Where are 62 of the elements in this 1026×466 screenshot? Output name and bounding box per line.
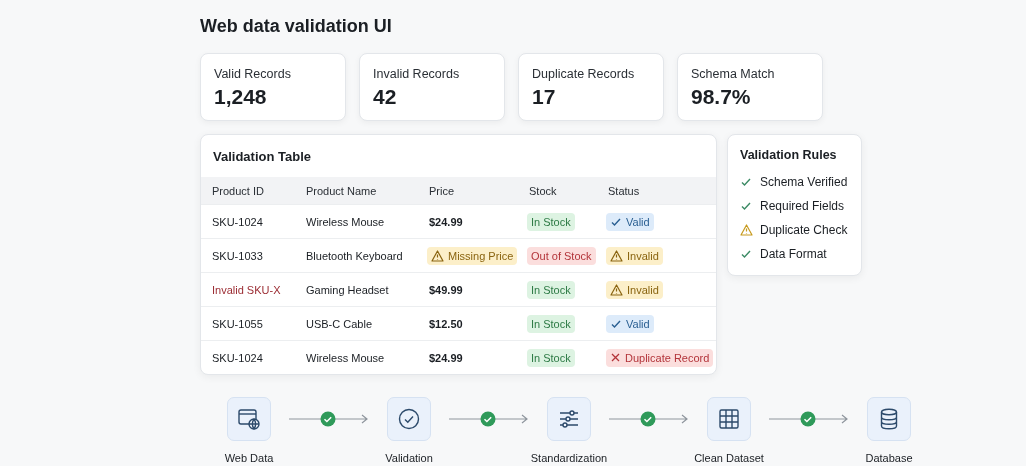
table-cell: $24.99 bbox=[429, 351, 463, 364]
stat-label: Schema Match bbox=[691, 67, 776, 81]
table-title: Validation Table bbox=[212, 148, 312, 166]
status-badge: Invalid bbox=[606, 246, 663, 265]
step-label: Database bbox=[865, 452, 913, 464]
stock-badge: In Stock bbox=[527, 212, 575, 231]
warning-icon bbox=[610, 249, 623, 262]
table-cell: Invalid SKU-X bbox=[212, 283, 281, 296]
stock-badge: In Stock bbox=[527, 348, 575, 367]
sliders-icon bbox=[557, 407, 581, 431]
column-header: Product ID bbox=[201, 177, 295, 205]
grid-icon bbox=[717, 407, 741, 431]
table-cell: Bluetooth Keyboard bbox=[306, 249, 403, 262]
page-title: Web data validation UI bbox=[200, 16, 393, 37]
rule-label: Duplicate Check bbox=[760, 223, 848, 237]
check-circle-icon bbox=[640, 411, 656, 427]
warning-icon bbox=[431, 249, 444, 262]
warning-icon bbox=[610, 283, 623, 296]
table-cell: SKU-1055 bbox=[212, 317, 263, 330]
stat-value: 17 bbox=[532, 85, 557, 109]
rule-label: Required Fields bbox=[760, 199, 845, 213]
stat-label: Duplicate Records bbox=[532, 67, 636, 81]
stock-badge: In Stock bbox=[527, 314, 575, 333]
column-header: Status bbox=[597, 177, 716, 205]
step-label: Clean Dataset bbox=[694, 452, 764, 464]
stat-value: 42 bbox=[373, 85, 398, 109]
warning-badge: Missing Price bbox=[427, 246, 518, 265]
step-label: Web Data bbox=[224, 452, 274, 464]
rules-title: Validation Rules bbox=[740, 148, 838, 162]
table-cell: $12.50 bbox=[429, 317, 463, 330]
table-cell: Gaming Headset bbox=[306, 283, 389, 296]
stock-badge: In Stock bbox=[527, 280, 575, 299]
check-circle-icon bbox=[320, 411, 336, 427]
column-header: Stock bbox=[518, 177, 597, 205]
table-cell: USB-C Cable bbox=[306, 317, 373, 330]
status-badge: Valid bbox=[606, 314, 654, 333]
status-badge: Invalid bbox=[606, 280, 663, 299]
rule-label: Data Format bbox=[760, 247, 827, 261]
table-cell: Wireless Mouse bbox=[306, 351, 385, 364]
stock-badge: Out of Stock bbox=[527, 246, 596, 265]
check-circle-icon bbox=[480, 411, 496, 427]
table-cell: SKU-1033 bbox=[212, 249, 263, 262]
step-label: Standardization bbox=[530, 452, 608, 464]
table-cell: SKU-1024 bbox=[212, 351, 263, 364]
rule-label: Schema Verified bbox=[760, 175, 848, 189]
stat-value: 1,248 bbox=[214, 85, 268, 109]
cross-icon bbox=[610, 352, 621, 363]
step-label: Validation bbox=[385, 452, 433, 464]
status-badge: Duplicate Record bbox=[606, 348, 714, 367]
table-cell: SKU-1024 bbox=[212, 215, 263, 228]
table-cell: $49.99 bbox=[429, 283, 463, 296]
check-circle-icon bbox=[397, 407, 421, 431]
table-cell: Wireless Mouse bbox=[306, 215, 385, 228]
column-header: Price bbox=[418, 177, 518, 205]
browser-globe-icon bbox=[237, 407, 261, 431]
stat-value: 98.7% bbox=[691, 85, 752, 109]
status-badge: Valid bbox=[606, 212, 654, 231]
check-circle-icon bbox=[800, 411, 816, 427]
column-header: Product Name bbox=[295, 177, 418, 205]
stat-label: Invalid Records bbox=[373, 67, 461, 81]
stat-label: Valid Records bbox=[214, 67, 292, 81]
table-cell: $24.99 bbox=[429, 215, 463, 228]
